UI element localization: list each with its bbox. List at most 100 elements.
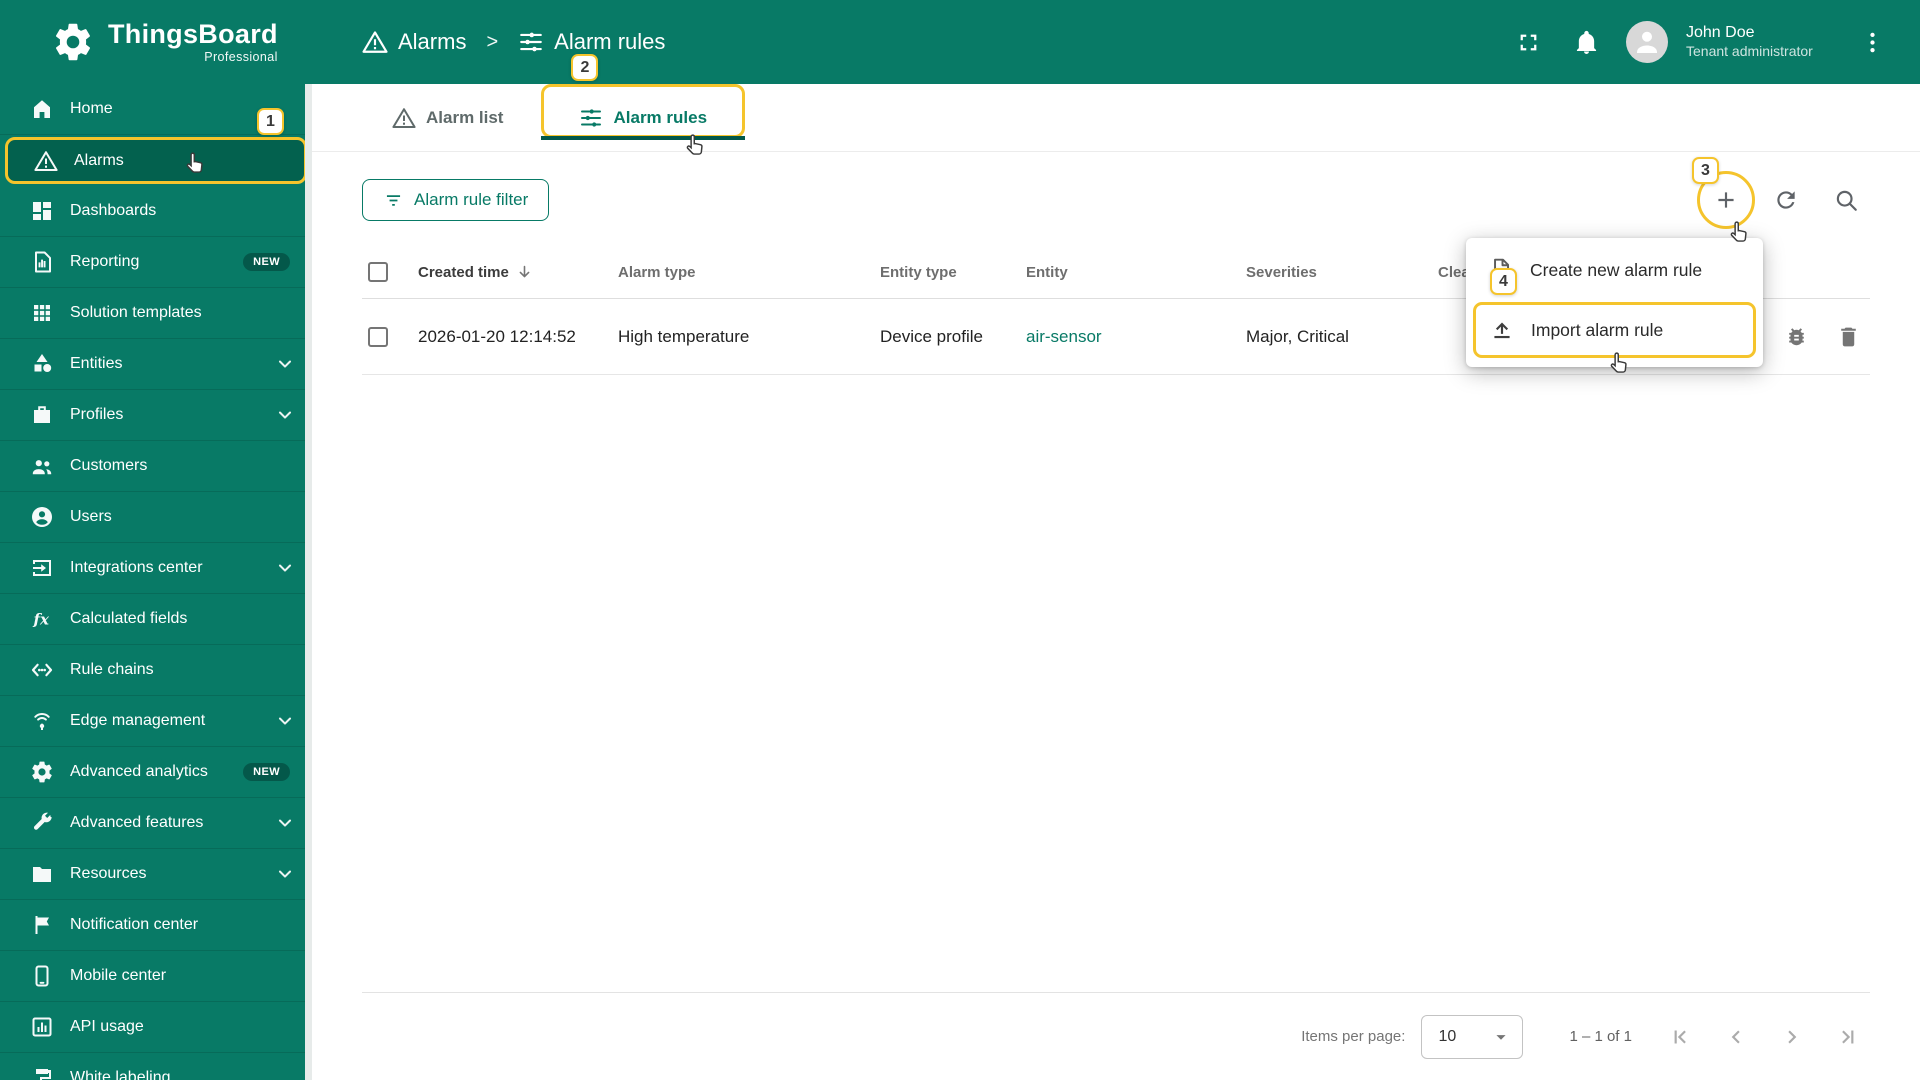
chevron-right-icon xyxy=(1779,1024,1805,1050)
page-range-label: 1 – 1 of 1 xyxy=(1569,1028,1632,1045)
first-page-button[interactable] xyxy=(1658,1015,1702,1059)
sidebar-item-label: Reporting xyxy=(70,253,140,270)
apps-icon xyxy=(30,301,54,325)
sidebar-item-users[interactable]: Users xyxy=(0,492,312,543)
breadcrumb-alarm-rules: Alarm rules xyxy=(518,29,665,55)
column-header-alarm_type[interactable]: Alarm type xyxy=(618,264,880,281)
sidebar-item-advanced-analytics[interactable]: Advanced analytics NEW xyxy=(0,747,312,798)
sidebar-item-advanced-features[interactable]: Advanced features xyxy=(0,798,312,849)
person-icon xyxy=(1632,27,1662,57)
context-menu: Create new alarm rule Import alarm rule 4 xyxy=(1466,238,1763,367)
cell-alarm-type: High temperature xyxy=(618,326,750,346)
sidebar-item-entities[interactable]: Entities xyxy=(0,339,312,390)
sidebar-item-notification-center[interactable]: Notification center xyxy=(0,900,312,951)
tab-label: Alarm rules xyxy=(613,107,708,127)
menu-item-import-alarm-rule[interactable]: Import alarm rule xyxy=(1473,302,1756,358)
filter-button-label: Alarm rule filter xyxy=(414,190,529,209)
more-menu-button[interactable] xyxy=(1850,20,1894,64)
sidebar-item-alarms[interactable]: Alarms 1 xyxy=(5,108,307,184)
sidebar-item-resources[interactable]: Resources xyxy=(0,849,312,900)
add-button[interactable]: 3 xyxy=(1692,157,1755,229)
dashboard-icon xyxy=(30,199,54,223)
callout-badge-4: 4 xyxy=(1490,268,1517,295)
breadcrumb-alarm-rules-label: Alarm rules xyxy=(554,29,666,54)
sidebar-item-profiles[interactable]: Profiles xyxy=(0,390,312,441)
sidebar-item-reporting[interactable]: Reporting NEW xyxy=(0,237,312,288)
new-badge: NEW xyxy=(243,253,290,271)
sidebar-item-integrations-center[interactable]: Integrations center xyxy=(0,543,312,594)
sidebar-item-customers[interactable]: Customers xyxy=(0,441,312,492)
sidebar-item-label: Customers xyxy=(70,457,148,474)
thingsboard-app: ThingsBoard Professional Alarms > Alarm … xyxy=(0,0,1920,1080)
breadcrumb: Alarms > Alarm rules xyxy=(362,29,665,55)
breadcrumb-alarms[interactable]: Alarms xyxy=(362,29,466,55)
user-avatar[interactable] xyxy=(1626,21,1668,63)
brand-logo[interactable]: ThingsBoard Professional xyxy=(0,20,312,64)
sidebar: Home Alarms 1 Dashboards Reporting NEW Solutio… xyxy=(0,84,312,1080)
sidebar-item-mobile-center[interactable]: Mobile center xyxy=(0,951,312,1002)
notifications-button[interactable] xyxy=(1564,20,1608,64)
items-per-page-select[interactable]: 10 xyxy=(1421,1014,1524,1059)
tab-alarm-list[interactable]: Alarm list xyxy=(354,84,541,151)
column-header-entity[interactable]: Entity xyxy=(1026,264,1246,281)
sidebar-item-label: Profiles xyxy=(70,406,124,423)
sidebar-item-white-labeling[interactable]: White labeling xyxy=(0,1053,312,1080)
warning-icon xyxy=(362,29,388,55)
entity-link[interactable]: air-sensor xyxy=(1026,327,1102,347)
tune-icon xyxy=(518,29,544,55)
menu-item-label: Create new alarm rule xyxy=(1530,259,1703,280)
column-header-entity_type[interactable]: Entity type xyxy=(880,264,1026,281)
fullscreen-button[interactable] xyxy=(1506,20,1550,64)
fullscreen-icon xyxy=(1515,29,1542,56)
sidebar-item-solution-templates[interactable]: Solution templates xyxy=(0,288,312,339)
delete-button[interactable] xyxy=(1826,315,1870,359)
column-header-severities[interactable]: Severities xyxy=(1246,264,1438,281)
refresh-button[interactable] xyxy=(1762,176,1810,224)
cell-entity: air-sensor xyxy=(1026,327,1246,347)
sidebar-item-label: Advanced features xyxy=(70,814,204,831)
row-checkbox[interactable] xyxy=(368,326,388,347)
chevron-left-icon xyxy=(1723,1024,1749,1050)
previous-page-button[interactable] xyxy=(1714,1015,1758,1059)
bell-icon xyxy=(1573,29,1600,56)
next-page-button[interactable] xyxy=(1770,1015,1814,1059)
column-header-created_time[interactable]: Created time xyxy=(418,263,618,282)
last-page-button[interactable] xyxy=(1826,1015,1870,1059)
callout-badge-3: 3 xyxy=(1692,157,1719,184)
test-rule-button[interactable] xyxy=(1774,315,1818,359)
sidebar-item-edge-management[interactable]: Edge management xyxy=(0,696,312,747)
items-per-page-value: 10 xyxy=(1438,1027,1457,1045)
sidebar-item-label: Resources xyxy=(70,865,147,882)
sidebar-scrollbar[interactable] xyxy=(305,84,312,1080)
sidebar-item-dashboards[interactable]: Dashboards xyxy=(0,186,312,237)
alarm-rule-filter-button[interactable]: Alarm rule filter xyxy=(362,179,550,221)
sidebar-item-api-usage[interactable]: API usage xyxy=(0,1002,312,1053)
sidebar-item-label: Integrations center xyxy=(70,559,203,576)
header-checkbox-cell[interactable] xyxy=(362,262,418,282)
sidebar-item-label: Solution templates xyxy=(70,304,202,321)
tab-bar: Alarm list Alarm rules 2 xyxy=(312,54,1920,152)
new-badge: NEW xyxy=(243,763,290,781)
pagination-bar: Items per page: 10 1 – 1 of 1 xyxy=(362,992,1870,1080)
row-checkbox-cell xyxy=(362,326,418,347)
top-header: ThingsBoard Professional Alarms > Alarm … xyxy=(0,0,1920,84)
search-button[interactable] xyxy=(1822,176,1870,224)
tab-alarm-rules[interactable]: Alarm rules 2 xyxy=(541,54,746,151)
category-icon xyxy=(30,352,54,376)
cell-created-time: 2026-01-20 12:14:52 xyxy=(418,326,576,346)
sidebar-item-label: Mobile center xyxy=(70,967,167,984)
callout-badge-1: 1 xyxy=(257,108,284,135)
gear-icon xyxy=(30,760,54,784)
sort-desc-icon xyxy=(515,263,534,282)
bug-icon xyxy=(1784,324,1809,349)
sidebar-item-label: Entities xyxy=(70,355,123,372)
briefcase-icon xyxy=(30,403,54,427)
people-icon xyxy=(30,454,54,478)
pagination-nav xyxy=(1658,1015,1870,1059)
chevron-down-icon xyxy=(274,557,296,579)
thingsboard-logo-icon xyxy=(52,21,94,63)
sidebar-item-rule-chains[interactable]: Rule chains xyxy=(0,645,312,696)
user-info[interactable]: John Doe Tenant administrator xyxy=(1686,23,1836,61)
select-all-checkbox[interactable] xyxy=(368,262,388,282)
sidebar-item-calculated-fields[interactable]: fx Calculated fields xyxy=(0,594,312,645)
